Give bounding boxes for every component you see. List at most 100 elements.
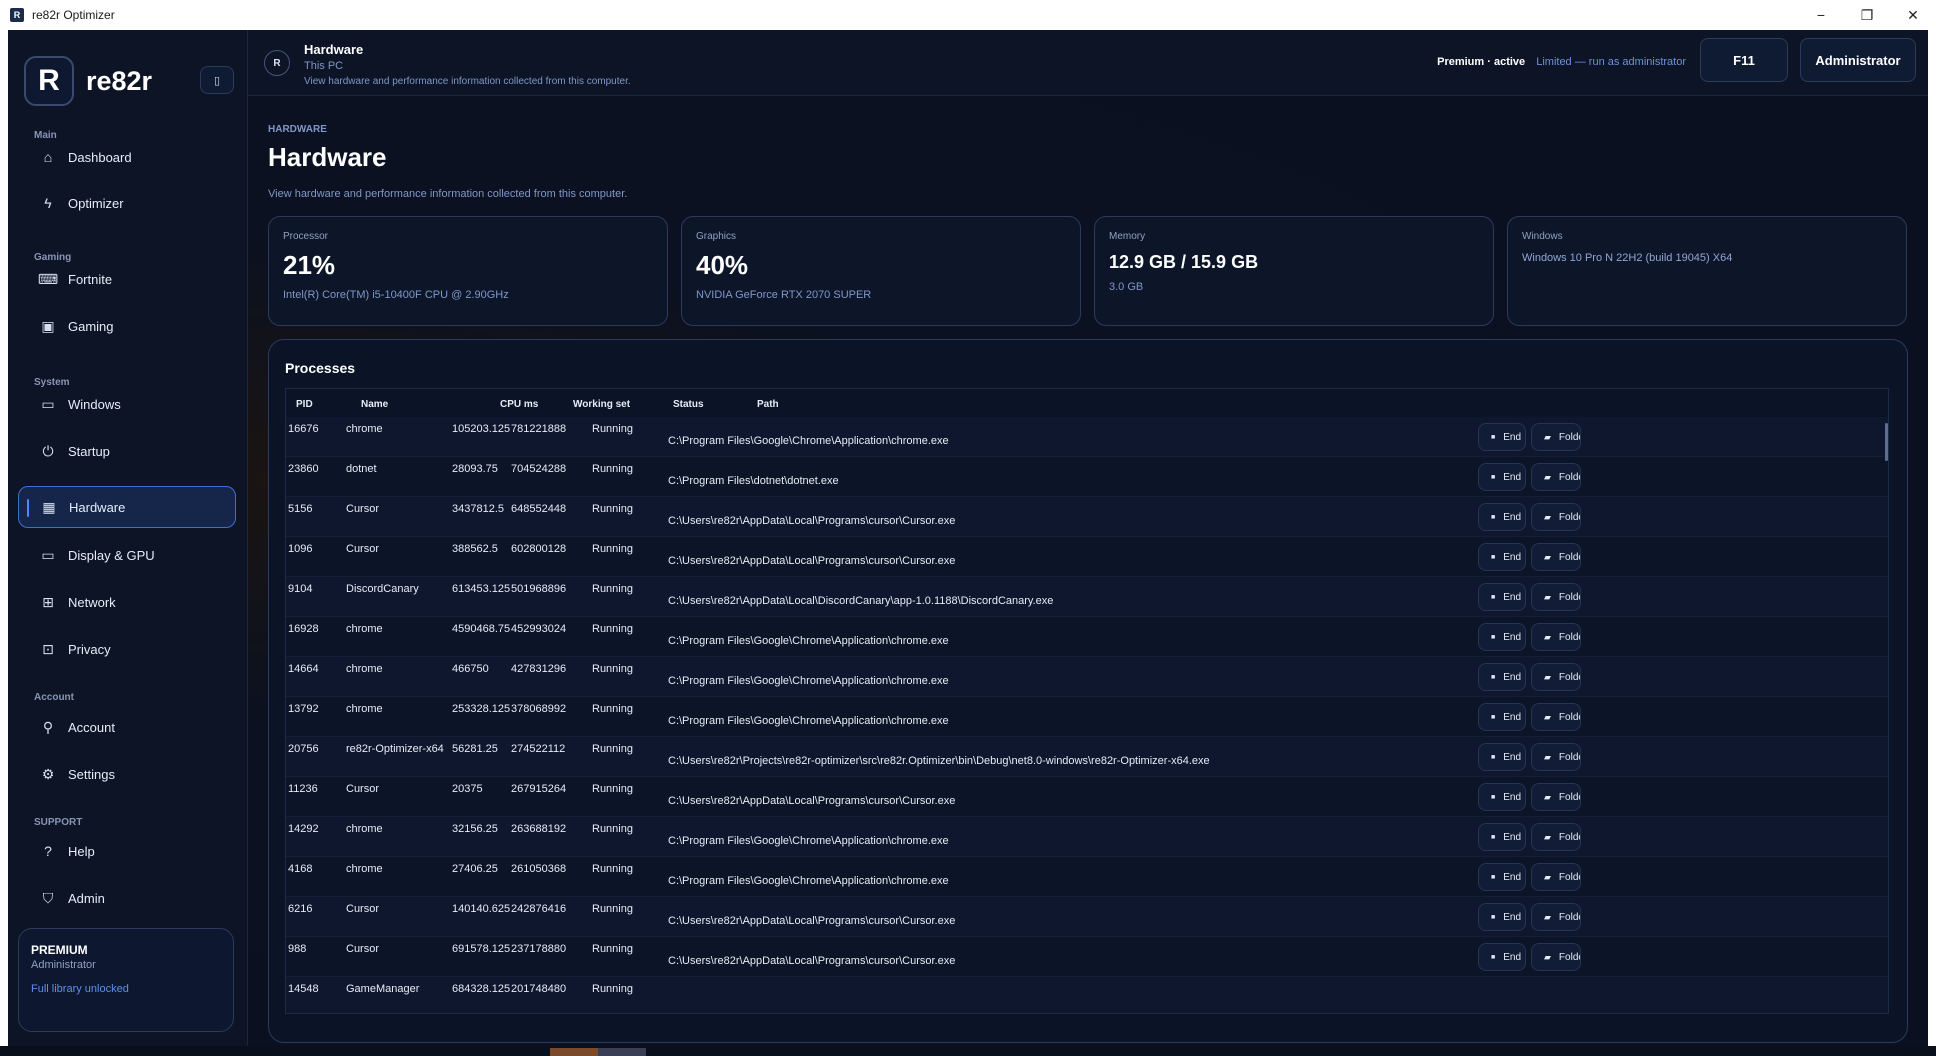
path-cell: C:\Program Files\Google\Chrome\Applicati… — [668, 635, 949, 647]
collapse-sidebar-button[interactable]: ▯ — [200, 66, 234, 94]
end-label: End — [1503, 711, 1522, 723]
sidebar-item-dashboard[interactable]: ⌂ Dashboard — [18, 136, 236, 178]
open-folder-button[interactable]: ▰ Folder — [1531, 583, 1581, 611]
open-folder-button[interactable]: ▰ Folder — [1531, 783, 1581, 811]
minimize-icon[interactable]: − — [1798, 0, 1844, 30]
table-row[interactable]: 11236 Cursor 20375 267915264 Running C:\Users… — [286, 777, 1888, 817]
status-cell: Running — [592, 943, 633, 955]
end-process-button[interactable]: ■ End — [1478, 743, 1526, 771]
close-icon[interactable]: ✕ — [1890, 0, 1936, 30]
table-row[interactable]: 4168 chrome 27406.25 261050368 Running C:\Pro… — [286, 857, 1888, 897]
sidebar-item-startup[interactable]: ⏻ Startup — [18, 430, 236, 472]
working-set-cell: 378068992 — [511, 703, 567, 715]
end-process-button[interactable]: ■ End — [1478, 903, 1526, 931]
working-set-cell: 427831296 — [511, 663, 567, 675]
working-set-cell: 242876416 — [511, 903, 567, 915]
table-row[interactable]: 6216 Cursor 140140.625 242876416 Running C:\U… — [286, 897, 1888, 937]
status-cell: Running — [592, 503, 633, 515]
open-folder-button[interactable]: ▰ Folder — [1531, 623, 1581, 651]
end-process-button[interactable]: ■ End — [1478, 503, 1526, 531]
end-label: End — [1503, 471, 1522, 483]
end-process-button[interactable]: ■ End — [1478, 583, 1526, 611]
open-folder-button[interactable]: ▰ Folder — [1531, 463, 1581, 491]
taskbar-app[interactable] — [550, 1048, 598, 1056]
open-folder-button[interactable]: ▰ Folder — [1531, 863, 1581, 891]
section-label-account: Account — [34, 692, 74, 703]
end-process-button[interactable]: ■ End — [1478, 943, 1526, 971]
pid-cell: 5156 — [288, 503, 313, 515]
table-row[interactable]: 1096 Cursor 388562.5 602800128 Running C:\Use… — [286, 537, 1888, 577]
table-row[interactable]: 9104 DiscordCanary 613453.125 501968896 Runn… — [286, 577, 1888, 617]
end-process-button[interactable]: ■ End — [1478, 623, 1526, 651]
folder-label: Folder — [1558, 591, 1580, 603]
col-name[interactable]: Name — [361, 399, 388, 410]
table-row[interactable]: 16928 chrome 4590468.75 452993024 Running C:\… — [286, 617, 1888, 657]
table-row[interactable]: 14292 chrome 32156.25 263688192 Running C:\Pr… — [286, 817, 1888, 857]
process-table[interactable]: PID Name CPU ms Working set Status Path … — [285, 388, 1889, 1014]
open-folder-button[interactable]: ▰ Folder — [1531, 823, 1581, 851]
end-process-button[interactable]: ■ End — [1478, 703, 1526, 731]
end-process-button[interactable]: ■ End — [1478, 423, 1526, 451]
name-cell: dotnet — [346, 463, 377, 475]
sidebar-item-fortnite[interactable]: ⌨ Fortnite — [18, 258, 236, 300]
end-label: End — [1503, 591, 1522, 603]
open-folder-button[interactable]: ▰ Folder — [1531, 943, 1581, 971]
sidebar-item-label: Hardware — [69, 499, 126, 515]
sidebar-item-help[interactable]: ? Help — [18, 830, 236, 872]
page-title: Hardware — [268, 142, 387, 172]
open-folder-button[interactable]: ▰ Folder — [1531, 743, 1581, 771]
open-folder-button[interactable]: ▰ Folder — [1531, 903, 1581, 931]
end-process-button[interactable]: ■ End — [1478, 823, 1526, 851]
premium-title: PREMIUM — [31, 943, 88, 957]
administrator-button[interactable]: Administrator — [1800, 38, 1916, 82]
table-row[interactable]: 13792 chrome 253328.125 378068992 Running C:\… — [286, 697, 1888, 737]
graphics-card: Graphics 40% NVIDIA GeForce RTX 2070 SUP… — [681, 216, 1081, 326]
f11-button[interactable]: F11 — [1700, 38, 1788, 82]
col-working-set[interactable]: Working set — [573, 399, 630, 410]
end-process-button[interactable]: ■ End — [1478, 863, 1526, 891]
table-row[interactable]: 14548 GameManager 684328.125 201748480 Runni… — [286, 977, 1888, 1013]
sidebar-item-settings[interactable]: ⚙ Settings — [18, 753, 236, 795]
gamepad-icon: ⌨ — [37, 270, 59, 287]
sidebar-item-privacy[interactable]: ⊡ Privacy — [18, 628, 236, 670]
sidebar-item-hardware[interactable]: ▦ Hardware — [18, 486, 236, 528]
table-header: PID Name CPU ms Working set Status Path — [286, 389, 1888, 417]
table-row[interactable]: 14664 chrome 466750 427831296 Running C:\Prog… — [286, 657, 1888, 697]
col-cpu[interactable]: CPU ms — [500, 399, 538, 410]
table-row[interactable]: 5156 Cursor 3437812.5 648552448 Running C:\Us… — [286, 497, 1888, 537]
open-folder-button[interactable]: ▰ Folder — [1531, 543, 1581, 571]
open-folder-button[interactable]: ▰ Folder — [1531, 663, 1581, 691]
end-process-button[interactable]: ■ End — [1478, 543, 1526, 571]
end-process-button[interactable]: ■ End — [1478, 783, 1526, 811]
col-path[interactable]: Path — [757, 399, 779, 410]
sidebar-item-windows[interactable]: ▭ Windows — [18, 383, 236, 425]
table-row[interactable]: 20756 re82r-Optimizer-x64 56281.25 27452211… — [286, 737, 1888, 777]
restore-icon[interactable]: ❐ — [1844, 0, 1890, 30]
end-process-button[interactable]: ■ End — [1478, 463, 1526, 491]
avatar: R — [264, 50, 290, 76]
table-row[interactable]: 16676 chrome 105203.125 781221888 Running C:\… — [286, 417, 1888, 457]
end-process-button[interactable]: ■ End — [1478, 663, 1526, 691]
sidebar-item-admin[interactable]: ⛉ Admin — [18, 877, 236, 919]
premium-role: Administrator — [31, 959, 96, 971]
col-status[interactable]: Status — [673, 399, 704, 410]
open-folder-button[interactable]: ▰ Folder — [1531, 423, 1581, 451]
sidebar-item-account[interactable]: ⚲ Account — [18, 706, 236, 748]
path-cell: C:\Users\re82r\AppData\Local\Programs\cu… — [668, 795, 956, 807]
table-scrollbar[interactable] — [1884, 417, 1888, 1013]
table-row[interactable]: 23860 dotnet 28093.75 704524288 Running C:\Pr… — [286, 457, 1888, 497]
status-cell: Running — [592, 903, 633, 915]
taskbar-app[interactable] — [598, 1048, 646, 1056]
status-cell: Running — [592, 783, 633, 795]
status-cell: Running — [592, 583, 633, 595]
scroll-thumb[interactable] — [1885, 423, 1888, 461]
sidebar-item-gaming[interactable]: ▣ Gaming — [18, 305, 236, 347]
table-row[interactable]: 988 Cursor 691578.125 237178880 Running C:\Us… — [286, 937, 1888, 977]
sidebar-item-label: Optimizer — [68, 195, 124, 211]
sidebar-item-network[interactable]: ⊞ Network — [18, 581, 236, 623]
sidebar-item-display-gpu[interactable]: ▭ Display & GPU — [18, 534, 236, 576]
open-folder-button[interactable]: ▰ Folder — [1531, 503, 1581, 531]
col-pid[interactable]: PID — [296, 399, 313, 410]
sidebar-item-optimizer[interactable]: ϟ Optimizer — [18, 182, 236, 224]
open-folder-button[interactable]: ▰ Folder — [1531, 703, 1581, 731]
